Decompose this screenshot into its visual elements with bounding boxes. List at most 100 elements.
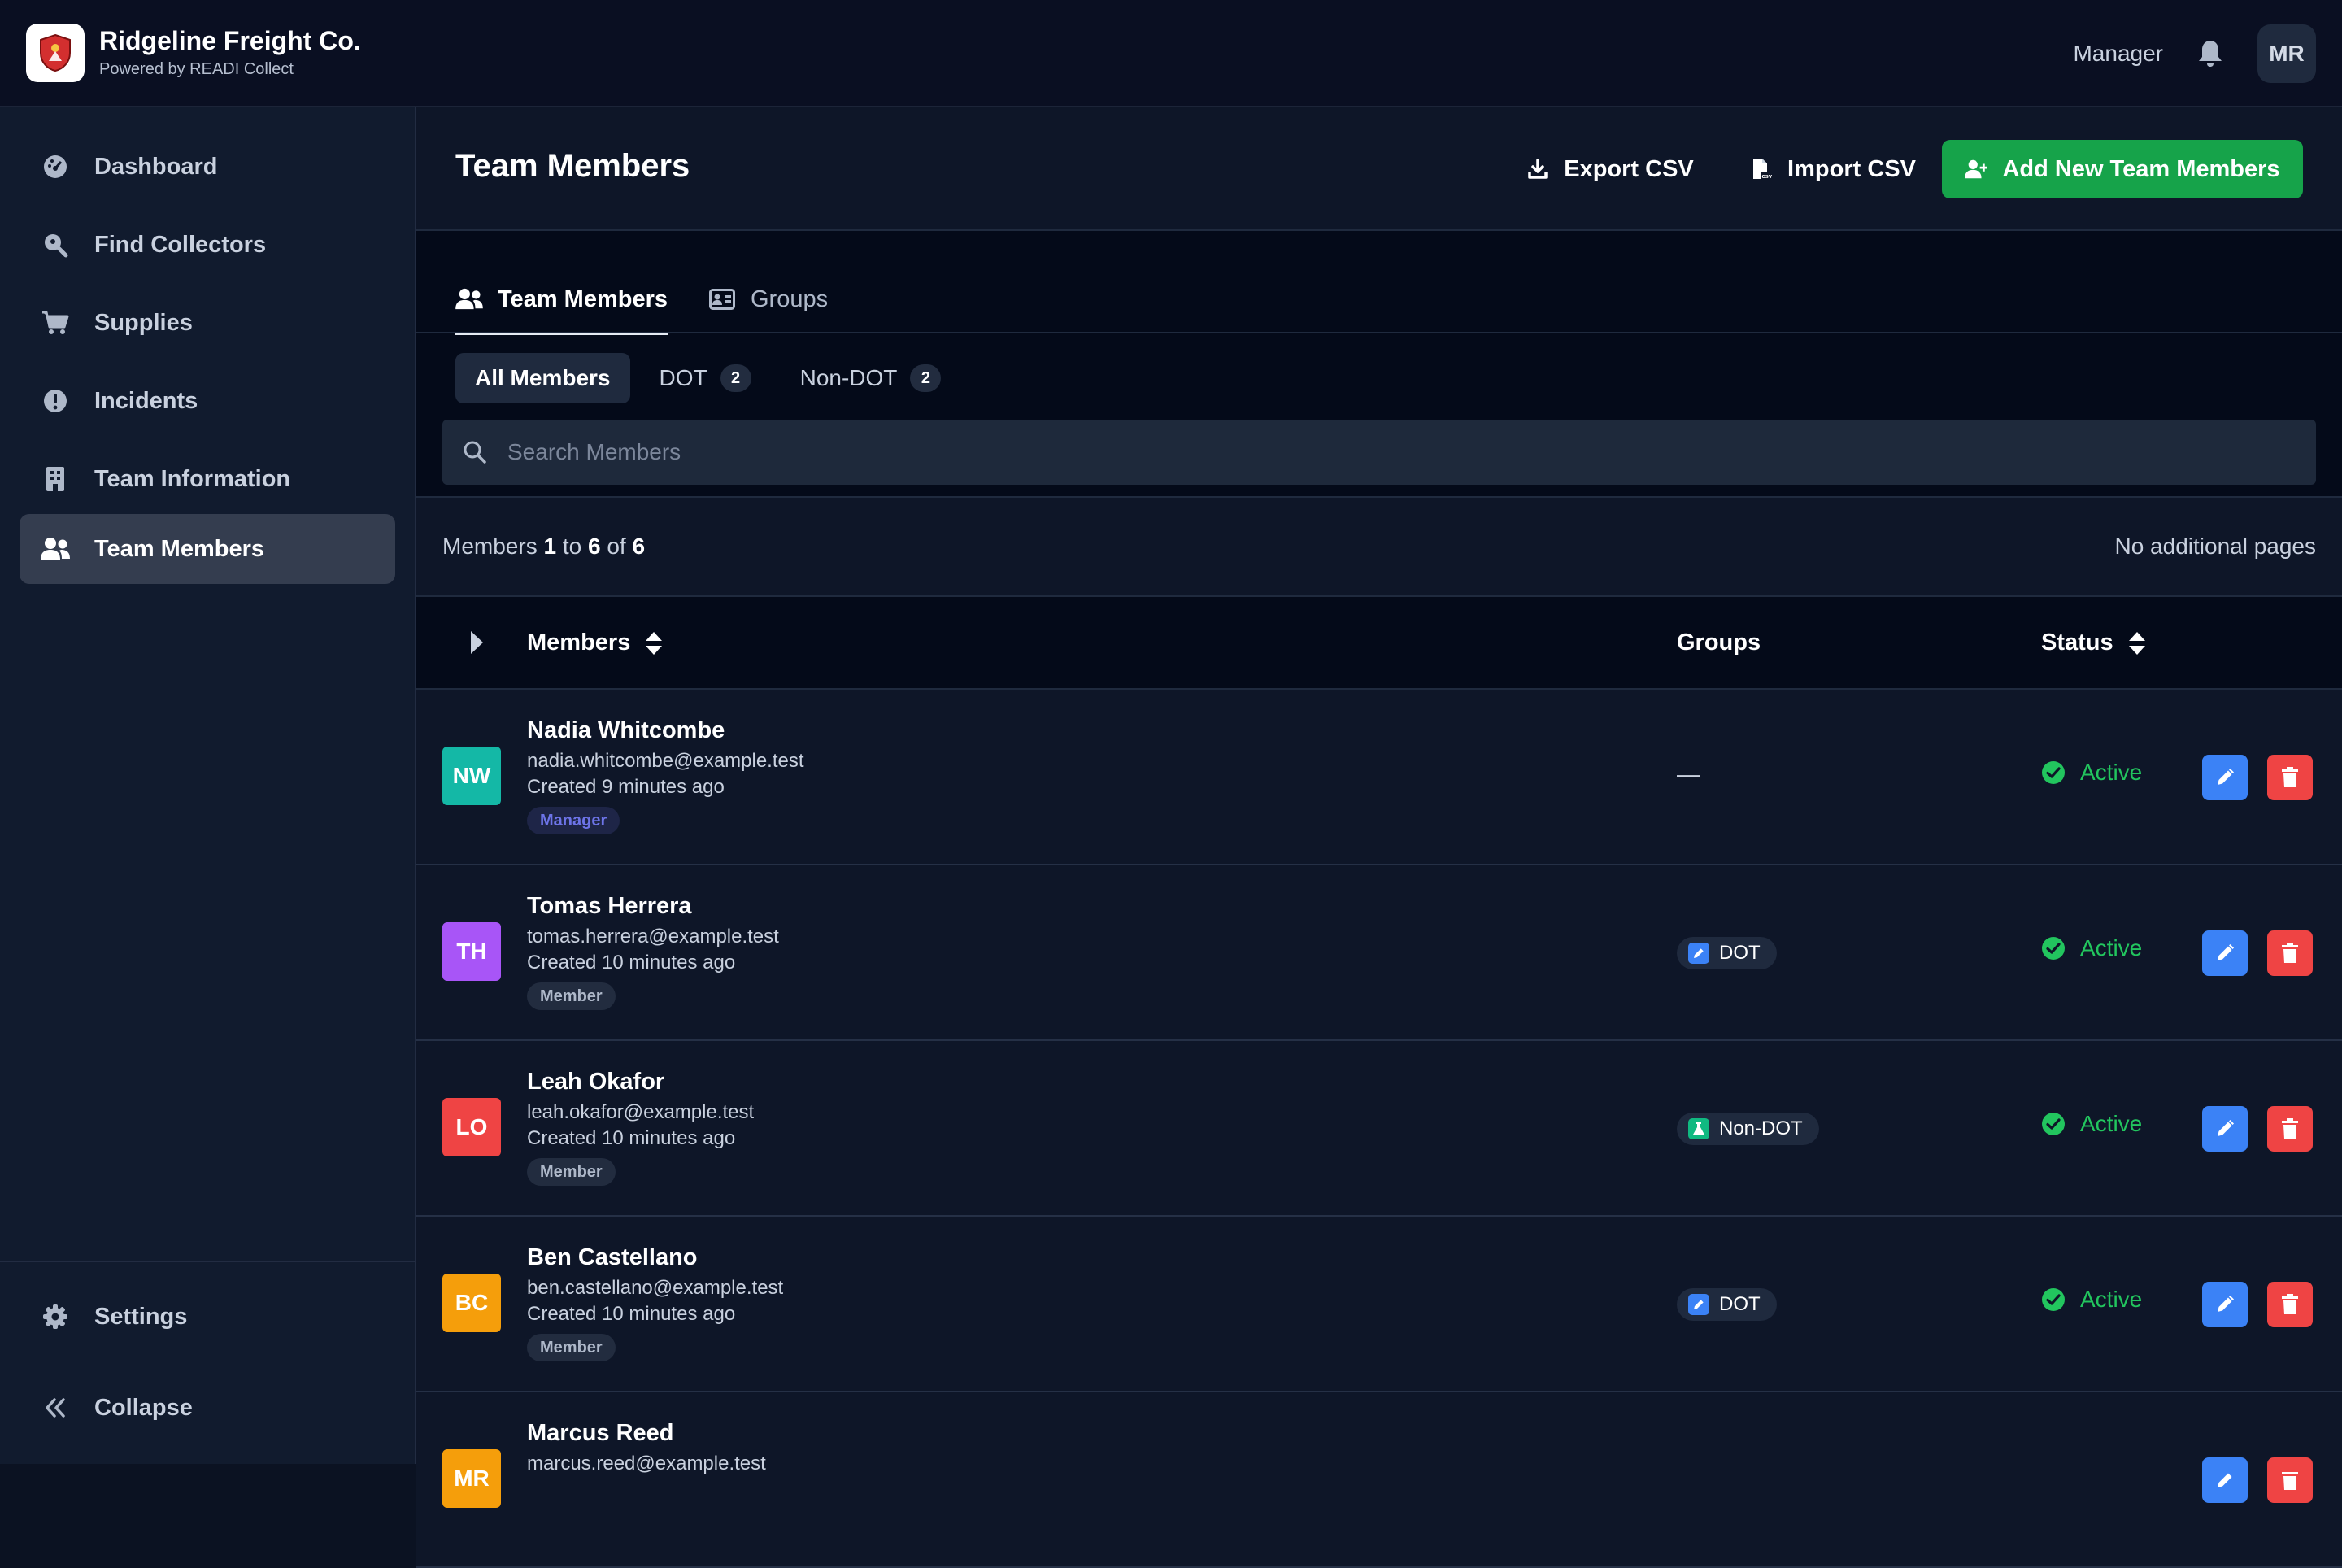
- group-badge-dot[interactable]: DOT: [1677, 937, 1777, 969]
- sidebar-collapse-button[interactable]: Collapse: [20, 1373, 395, 1443]
- column-label: Groups: [1677, 629, 1761, 656]
- trash-icon: [2282, 943, 2298, 963]
- delete-member-button[interactable]: [2267, 755, 2313, 800]
- download-icon: [1526, 158, 1549, 181]
- tab-label: Team Members: [498, 285, 668, 312]
- filter-dot[interactable]: DOT 2: [640, 353, 771, 403]
- sort-icon: [2128, 631, 2146, 656]
- edit-member-button[interactable]: [2202, 1282, 2248, 1327]
- member-email: marcus.reed@example.test: [527, 1453, 766, 1474]
- status-text: Active: [2080, 1287, 2143, 1312]
- id-card-icon: [708, 285, 736, 313]
- pages-note: No additional pages: [2114, 534, 2316, 559]
- members-count-prefix: Members: [442, 534, 538, 559]
- search-bar: [442, 420, 2316, 485]
- pencil-icon: [1688, 943, 1709, 964]
- table-row[interactable]: MR Marcus Reed marcus.reed@example.test: [416, 1392, 2342, 1568]
- table-row[interactable]: BC Ben Castellano ben.castellano@example…: [416, 1217, 2342, 1392]
- pencil-icon: [1688, 1294, 1709, 1315]
- member-email: leah.okafor@example.test: [527, 1101, 755, 1123]
- filter-label: Non-DOT: [799, 365, 898, 390]
- table-body: NW Nadia Whitcombe nadia.whitcombe@examp…: [416, 690, 2342, 1568]
- member-name: Tomas Herrera: [527, 893, 692, 919]
- powered-by-text: Powered by READI Collect: [99, 60, 294, 78]
- check-circle-icon: [2041, 760, 2066, 785]
- members-count-total: 6: [632, 534, 646, 559]
- alert-icon: [41, 386, 70, 416]
- members-count-of: of: [607, 534, 626, 559]
- edit-member-button[interactable]: [2202, 1457, 2248, 1503]
- group-badge-non-dot[interactable]: Non-DOT: [1677, 1113, 1819, 1145]
- column-header-groups: Groups: [1677, 629, 1761, 656]
- member-created: Created 10 minutes ago: [527, 1127, 736, 1149]
- double-chevron-left-icon: [41, 1393, 70, 1422]
- sidebar: Dashboard Find Collectors Supplies Incid…: [0, 107, 416, 1464]
- member-name: Leah Okafor: [527, 1069, 665, 1095]
- add-team-members-button[interactable]: Add New Team Members: [1942, 140, 2303, 198]
- member-filters: All Members DOT 2 Non-DOT 2: [455, 353, 970, 403]
- table-row[interactable]: TH Tomas Herrera tomas.herrera@example.t…: [416, 865, 2342, 1041]
- sidebar-item-label: Team Information: [94, 465, 291, 492]
- search-input[interactable]: [506, 438, 2254, 466]
- member-avatar: LO: [442, 1098, 501, 1156]
- delete-member-button[interactable]: [2267, 1282, 2313, 1327]
- members-count-start: 1: [543, 534, 557, 559]
- bell-icon[interactable]: [2194, 37, 2227, 70]
- sidebar-item-settings[interactable]: Settings: [20, 1282, 395, 1352]
- content-area: Team Members Groups All Members DOT 2 No…: [416, 231, 2342, 1568]
- sidebar-item-team-information[interactable]: Team Information: [20, 444, 395, 514]
- sidebar-item-incidents[interactable]: Incidents: [20, 366, 395, 436]
- table-row[interactable]: LO Leah Okafor leah.okafor@example.test …: [416, 1041, 2342, 1217]
- member-created: Created 9 minutes ago: [527, 776, 725, 798]
- filter-all-members[interactable]: All Members: [455, 353, 630, 403]
- check-circle-icon: [2041, 1112, 2066, 1136]
- delete-member-button[interactable]: [2267, 930, 2313, 976]
- sidebar-item-team-members[interactable]: Team Members: [20, 514, 395, 584]
- top-bar: Ridgeline Freight Co. Powered by READI C…: [0, 0, 2342, 107]
- sidebar-item-label: Find Collectors: [94, 231, 267, 258]
- sidebar-item-find-collectors[interactable]: Find Collectors: [20, 210, 395, 280]
- sidebar-item-dashboard[interactable]: Dashboard: [20, 132, 395, 202]
- tab-groups[interactable]: Groups: [708, 267, 828, 332]
- tab-team-members[interactable]: Team Members: [455, 267, 668, 335]
- user-avatar-button[interactable]: MR: [2257, 24, 2316, 83]
- status-badge: Active: [2041, 760, 2142, 786]
- export-csv-label: Export CSV: [1564, 155, 1694, 182]
- check-circle-icon: [2041, 936, 2066, 960]
- table-row[interactable]: NW Nadia Whitcombe nadia.whitcombe@examp…: [416, 690, 2342, 865]
- member-email: ben.castellano@example.test: [527, 1277, 784, 1299]
- pencil-icon: [2218, 944, 2234, 960]
- filter-non-dot[interactable]: Non-DOT 2: [781, 353, 961, 403]
- cart-icon: [41, 308, 70, 338]
- sidebar-item-label: Collapse: [94, 1394, 193, 1421]
- edit-member-button[interactable]: [2202, 930, 2248, 976]
- filter-label: DOT: [659, 365, 707, 390]
- members-count: Members 1 to 6 of 6: [442, 534, 645, 560]
- edit-member-button[interactable]: [2202, 1106, 2248, 1152]
- column-header-status[interactable]: Status: [2041, 629, 2146, 656]
- pencil-icon: [2218, 769, 2234, 785]
- role-badge: Member: [527, 1158, 616, 1186]
- delete-member-button[interactable]: [2267, 1106, 2313, 1152]
- export-csv-button[interactable]: Export CSV: [1513, 140, 1708, 198]
- role-badge: Manager: [527, 807, 620, 834]
- edit-member-button[interactable]: [2202, 755, 2248, 800]
- brand[interactable]: Ridgeline Freight Co. Powered by READI C…: [26, 24, 361, 82]
- gear-icon: [41, 1302, 70, 1331]
- tabs: Team Members Groups: [455, 267, 868, 335]
- trash-icon: [2282, 767, 2298, 787]
- add-team-members-label: Add New Team Members: [2002, 155, 2280, 182]
- sidebar-item-label: Dashboard: [94, 153, 218, 180]
- flask-icon: [1688, 1118, 1709, 1139]
- svg-text:csv: csv: [1762, 172, 1773, 180]
- members-count-end: 6: [587, 534, 601, 559]
- search-icon: [462, 439, 488, 465]
- import-csv-button[interactable]: csv Import CSV: [1735, 140, 1931, 198]
- role-badge: Member: [527, 1334, 616, 1361]
- group-badge-dot[interactable]: DOT: [1677, 1288, 1777, 1321]
- import-csv-label: Import CSV: [1787, 155, 1916, 182]
- expand-all-toggle[interactable]: [464, 628, 490, 657]
- sidebar-item-supplies[interactable]: Supplies: [20, 288, 395, 358]
- column-header-members[interactable]: Members: [527, 629, 663, 656]
- delete-member-button[interactable]: [2267, 1457, 2313, 1503]
